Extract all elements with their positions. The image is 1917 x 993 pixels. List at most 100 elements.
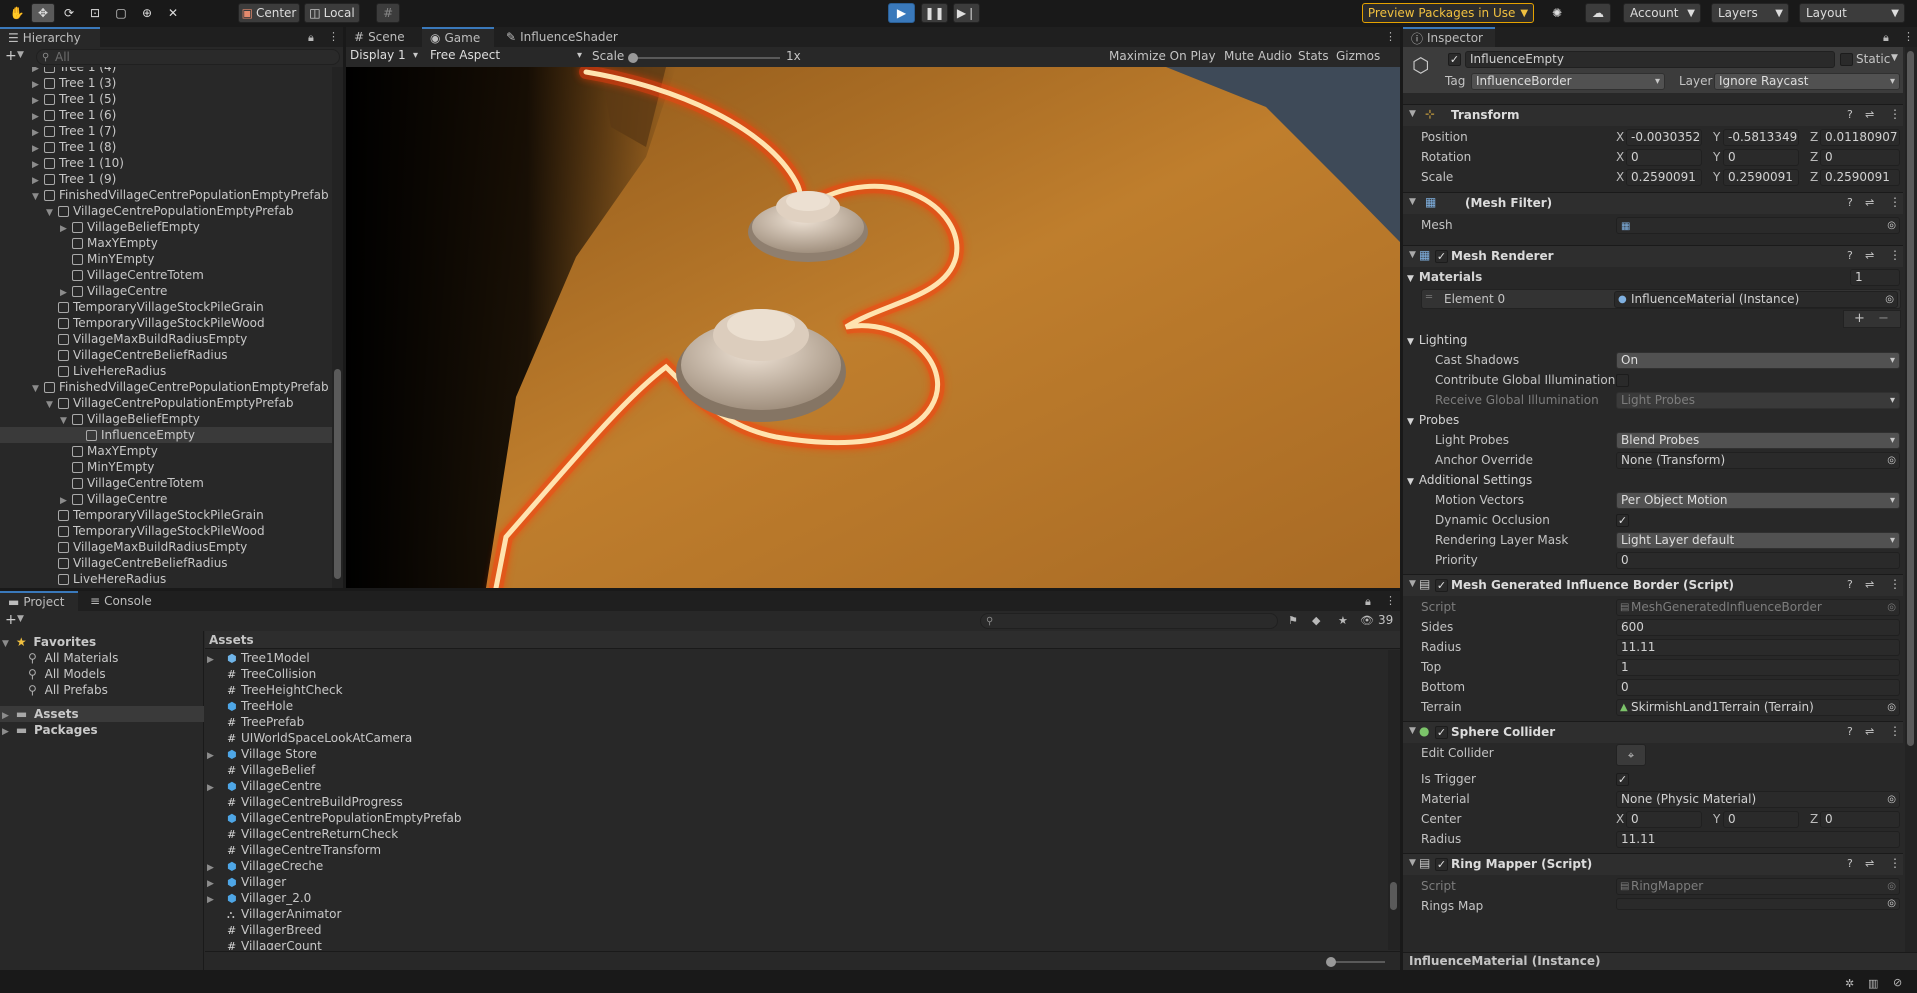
hierarchy-item[interactable]: ▼ VillageCentrePopulationEmptyPrefab	[0, 203, 332, 219]
contribute-gi-checkbox[interactable]	[1616, 374, 1629, 387]
menu-dots-icon[interactable]: ⋮	[1889, 577, 1901, 591]
hierarchy-item[interactable]: VillageCentreBeliefRadius	[0, 347, 332, 363]
hierarchy-item[interactable]: MinYEmpty	[0, 459, 332, 475]
bottom-field[interactable]: 0	[1616, 679, 1900, 696]
tab-project[interactable]: ▬ Project	[0, 591, 78, 611]
position-z-field[interactable]: 0.01180907	[1820, 129, 1900, 146]
hand-tool-button[interactable]: ✋	[6, 3, 28, 23]
display-dropdown[interactable]: Display 1	[346, 48, 422, 65]
static-checkbox[interactable]	[1840, 53, 1853, 66]
mesh-renderer-header[interactable]: ▼ ▦ ✓ Mesh Renderer ? ⇌ ⋮	[1403, 245, 1903, 267]
object-picker-icon[interactable]: ◎	[1885, 292, 1894, 307]
hierarchy-item[interactable]: ▶ Tree 1 (9)	[0, 171, 332, 187]
active-checkbox[interactable]: ✓	[1448, 53, 1461, 66]
asset-item[interactable]: # VillageCentreReturnCheck	[205, 826, 398, 842]
center-x-field[interactable]: 0	[1626, 811, 1702, 828]
asset-item[interactable]: # VillageCentreTransform	[205, 842, 381, 858]
step-button[interactable]: ▶❘	[953, 3, 980, 23]
asset-zoom-slider[interactable]	[1326, 957, 1385, 967]
preview-packages-button[interactable]: Preview Packages in Use ▼	[1362, 3, 1534, 23]
scale-x-field[interactable]: 0.2590091	[1626, 169, 1702, 186]
tab-hierarchy[interactable]: ☰ Hierarchy	[0, 27, 100, 47]
status-ok-icon[interactable]: ⊘	[1893, 976, 1902, 989]
add-icon[interactable]: +	[5, 48, 17, 64]
chevron-down-icon[interactable]: ▼	[17, 614, 24, 624]
hierarchy-item[interactable]: VillageCentreBeliefRadius	[0, 555, 332, 571]
preset-icon[interactable]: ⇌	[1865, 725, 1874, 738]
ib-radius-field[interactable]: 11.11	[1616, 639, 1900, 656]
pivot-space-button[interactable]: ◫ Local	[304, 3, 360, 23]
light-probes-dropdown[interactable]: Blend Probes	[1616, 432, 1900, 449]
help-icon[interactable]: ?	[1847, 196, 1853, 209]
hierarchy-item[interactable]: TemporaryVillageStockPileGrain	[0, 507, 332, 523]
custom-tool-button[interactable]: ✕	[162, 3, 184, 23]
element0-field[interactable]: ● InfluenceMaterial (Instance) ◎	[1614, 291, 1898, 308]
hierarchy-item[interactable]: TemporaryVillageStockPileWood	[0, 523, 332, 539]
object-picker-icon[interactable]: ◎	[1887, 792, 1896, 807]
favorites-header[interactable]: ▼ ★ Favorites	[2, 634, 96, 650]
favorite-all-models[interactable]: ⚲ All Models	[28, 666, 106, 682]
scale-tool-button[interactable]: ⊡	[84, 3, 106, 23]
center-y-field[interactable]: 0	[1723, 811, 1799, 828]
hierarchy-item[interactable]: ▶ Tree 1 (3)	[0, 75, 332, 91]
hierarchy-item[interactable]: TemporaryVillageStockPileGrain	[0, 299, 332, 315]
settings-button[interactable]: ✺	[1545, 3, 1569, 23]
sphere-collider-enabled-checkbox[interactable]: ✓	[1435, 726, 1448, 739]
asset-scrollbar[interactable]	[1388, 650, 1400, 950]
pause-button[interactable]: ❚❚	[921, 3, 948, 23]
hierarchy-item[interactable]: ▼ FinishedVillageCentrePopulationEmptyPre…	[0, 187, 332, 203]
hierarchy-item[interactable]: ▶ Tree 1 (10)	[0, 155, 332, 171]
add-icon[interactable]: +	[5, 612, 17, 628]
preset-icon[interactable]: ⇌	[1865, 108, 1874, 121]
folder-packages[interactable]: ▶ ▬ Packages	[2, 722, 98, 738]
drag-handle-icon[interactable]: ═	[1426, 292, 1432, 303]
hierarchy-item[interactable]: LiveHereRadius	[0, 571, 332, 587]
hierarchy-item[interactable]: MinYEmpty	[0, 251, 332, 267]
scale-slider[interactable]	[628, 53, 780, 63]
hierarchy-item[interactable]: VillageCentreTotem	[0, 475, 332, 491]
object-picker-icon[interactable]: ◎	[1887, 700, 1896, 715]
asset-item[interactable]: ▶ ⬢ VillageCentre	[205, 778, 321, 794]
mesh-renderer-enabled-checkbox[interactable]: ✓	[1435, 250, 1448, 263]
preset-icon[interactable]: ⇌	[1865, 578, 1874, 591]
ring-mapper-header[interactable]: ▼ ▤ ✓ Ring Mapper (Script) ? ⇌ ⋮	[1403, 853, 1903, 875]
asset-item[interactable]: ▶ ⬢ VillageCreche	[205, 858, 323, 874]
position-x-field[interactable]: -0.00303526	[1626, 129, 1702, 146]
hierarchy-item[interactable]: ▼ VillageBeliefEmpty	[0, 411, 332, 427]
game-viewport[interactable]	[346, 67, 1400, 588]
hierarchy-item[interactable]: ▶ VillageCentre	[0, 491, 332, 507]
rotation-z-field[interactable]: 0	[1820, 149, 1900, 166]
sc-material-field[interactable]: None (Physic Material) ◎	[1616, 791, 1900, 808]
edit-collider-button[interactable]: ⌖	[1616, 744, 1646, 766]
asset-item[interactable]: # UIWorldSpaceLookAtCamera	[205, 730, 412, 746]
asset-item[interactable]: ⬢ VillageCentrePopulationEmptyPrefab	[205, 810, 461, 826]
object-name-input[interactable]: InfluenceEmpty	[1465, 51, 1835, 68]
hierarchy-item[interactable]: ▶ Tree 1 (4)	[0, 67, 332, 75]
cloud-button[interactable]: ☁	[1585, 3, 1611, 23]
inspector-scrollbar[interactable]	[1905, 47, 1917, 970]
mesh-filter-header[interactable]: ▼ ▦ (Mesh Filter) ? ⇌ ⋮	[1403, 192, 1903, 214]
materials-count-field[interactable]: 1	[1850, 269, 1900, 286]
scale-slider-knob[interactable]	[628, 53, 638, 63]
move-tool-button[interactable]: ✥	[31, 3, 55, 23]
hierarchy-scrollbar[interactable]	[332, 67, 343, 588]
favorite-all-prefabs[interactable]: ⚲ All Prefabs	[28, 682, 108, 698]
account-dropdown[interactable]: Account ▼	[1623, 3, 1701, 23]
rect-tool-button[interactable]: ▢	[110, 3, 132, 23]
help-icon[interactable]: ?	[1847, 857, 1853, 870]
lock-icon[interactable]: 🔒︎	[308, 31, 314, 45]
menu-dots-icon[interactable]: ⋮	[1889, 107, 1901, 121]
menu-dots-icon[interactable]: ⋮	[1385, 594, 1396, 607]
menu-dots-icon[interactable]: ⋮	[1903, 30, 1914, 43]
ring-mapper-enabled-checkbox[interactable]: ✓	[1435, 858, 1448, 871]
asset-item[interactable]: ▶ ⬢ Villager_2.0	[205, 890, 311, 906]
menu-dots-icon[interactable]: ⋮	[1889, 724, 1901, 738]
rotation-y-field[interactable]: 0	[1723, 149, 1799, 166]
object-picker-icon[interactable]: ◎	[1887, 899, 1896, 909]
mesh-field[interactable]: ▦ ◎	[1616, 217, 1900, 234]
scale-y-field[interactable]: 0.2590091	[1723, 169, 1799, 186]
add-icon[interactable]: +	[1854, 311, 1865, 326]
asset-item[interactable]: # VillagerCount	[205, 938, 322, 950]
asset-item[interactable]: # TreeHeightCheck	[205, 682, 343, 698]
asset-item[interactable]: ▶ ⬢ Village Store	[205, 746, 317, 762]
